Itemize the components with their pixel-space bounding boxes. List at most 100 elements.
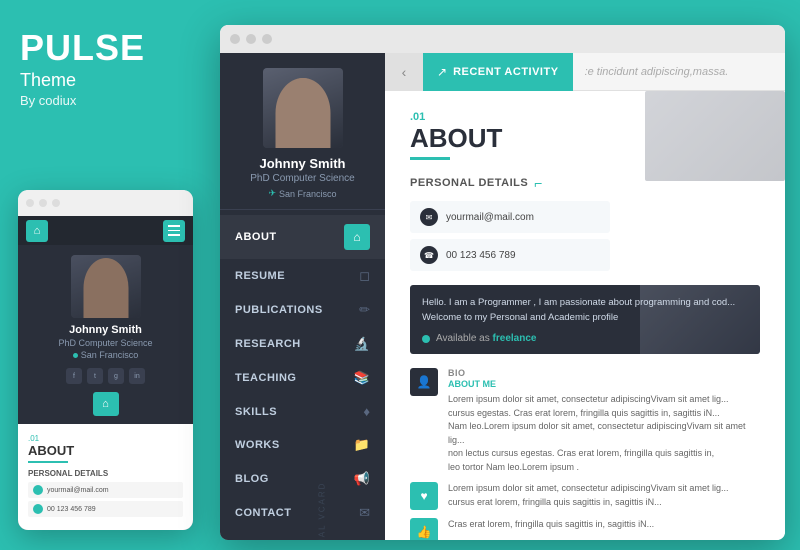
nav-icon-resume: ◻ — [359, 268, 370, 284]
bio-row-3: 👍 Cras erat lorem, fringilla quis sagitt… — [410, 518, 760, 540]
email-field: ✉ yourmail@mail.com — [410, 201, 610, 233]
available-status: freelance — [493, 333, 537, 344]
nav-label-blog: BLOG — [235, 473, 269, 485]
nav-item-publications[interactable]: PUBLICATIONS ✏ — [220, 293, 385, 327]
email-icon-sm — [33, 485, 43, 495]
mobile-preview: ⌂ Johnny Smith PhD Computer Science San … — [18, 190, 193, 530]
bio-text-block-1: BIO ABOUT ME Lorem ipsum dolor sit amet,… — [448, 368, 760, 474]
mobile-about-home-btn[interactable]: ⌂ — [93, 392, 119, 416]
mobile-social-icons: f t g in — [66, 368, 145, 384]
mobile-home-icon[interactable]: ⌂ — [26, 220, 48, 242]
available-text: Available as freelance — [436, 333, 536, 344]
mobile-top-bar: ⌂ — [18, 216, 193, 245]
detail-fields: ✉ yourmail@mail.com ☎ 00 123 456 789 — [410, 201, 760, 271]
bio-text-5: leo tortor Nam leo.Lorem ipsum . — [448, 461, 760, 475]
bio-text-4: non lectus cursus egestas. Cras erat lor… — [448, 447, 760, 461]
available-dot — [422, 335, 430, 343]
nav-label-skills: SKILLS — [235, 406, 277, 418]
email-icon: ✉ — [420, 208, 438, 226]
nav-item-contact[interactable]: CONTACT ✉ — [220, 496, 385, 530]
section-underline — [410, 157, 450, 160]
bio-text-2: cursus egestas. Cras erat lorem, fringil… — [448, 407, 760, 421]
nav-label-publications: PUBLICATIONS — [235, 304, 323, 316]
bio-icon-person: 👤 — [410, 368, 438, 396]
mobile-section-title: ABOUT — [28, 443, 68, 463]
social-icon-twitter[interactable]: t — [87, 368, 103, 384]
activity-preview-text: :e tincidunt adipiscing,massa. — [573, 66, 741, 78]
nav-item-works[interactable]: WORKS 📁 — [220, 428, 385, 462]
mobile-person-degree: PhD Computer Science — [58, 338, 152, 348]
desktop-dot-3 — [262, 34, 272, 44]
avatar-background — [263, 68, 343, 148]
mobile-dot-2 — [39, 199, 47, 207]
bio-text-block-2: Lorem ipsum dolor sit amet, consectetur … — [448, 482, 760, 509]
nav-item-research[interactable]: RESEARCH 🔬 — [220, 327, 385, 361]
phone-value: 00 123 456 789 — [446, 250, 516, 261]
bio-section: 👤 BIO ABOUT ME Lorem ipsum dolor sit ame… — [410, 368, 760, 540]
activity-label: RECENT ACTIVITY — [453, 66, 559, 78]
bio-icon-thumb: 👍 — [410, 518, 438, 540]
nav-label-teaching: TEACHING — [235, 372, 296, 384]
nav-item-teaching[interactable]: TEACHING 📚 — [220, 361, 385, 395]
bio-sublabel: ABOUT ME — [448, 379, 760, 389]
desktop-content: Johnny Smith PhD Computer Science ✈ San … — [220, 53, 785, 540]
activity-tab[interactable]: ↗ RECENT ACTIVITY — [423, 53, 573, 91]
desktop-dot-2 — [246, 34, 256, 44]
nav-label-works: WORKS — [235, 439, 280, 451]
sidebar-person-name: Johnny Smith — [260, 156, 346, 171]
mobile-menu-icon[interactable] — [163, 220, 185, 242]
phone-icon: ☎ — [420, 246, 438, 264]
nav-item-skills[interactable]: SKILLS ♦ — [220, 395, 385, 428]
sidebar-profile: Johnny Smith PhD Computer Science ✈ San … — [220, 53, 385, 210]
location-dot — [73, 353, 78, 358]
sidebar-person-location: ✈ San Francisco — [268, 188, 336, 199]
nav-icon-about: ⌂ — [344, 224, 370, 250]
location-icon: ✈ — [268, 188, 276, 199]
mobile-titlebar — [18, 190, 193, 216]
activity-icon: ↗ — [437, 65, 447, 79]
content-bg-image — [645, 91, 785, 181]
bio-text-7: cursus erat lorem, fringilla quis sagitt… — [448, 496, 760, 510]
nav-label-about: ABOUT — [235, 231, 277, 243]
bio-text-3: Nam leo.Lorem ipsum dolor sit amet, cons… — [448, 420, 760, 447]
hamburger-line-3 — [168, 234, 180, 236]
nav-item-about[interactable]: ABOUT ⌂ — [220, 215, 385, 259]
mobile-phone-row: 00 123 456 789 — [28, 501, 183, 517]
mobile-section-num: .01 — [28, 434, 183, 443]
avatar-face-large — [275, 78, 330, 148]
nav-icon-contact: ✉ — [359, 505, 370, 521]
social-icon-linkedin[interactable]: in — [129, 368, 145, 384]
desktop-preview: Johnny Smith PhD Computer Science ✈ San … — [220, 25, 785, 540]
nav-icon-publications: ✏ — [359, 302, 370, 318]
sidebar-avatar — [263, 68, 343, 148]
bracket-icon: ⌐ — [534, 175, 543, 191]
avatar-face — [83, 258, 128, 318]
phone-icon-sm — [33, 504, 43, 514]
mobile-avatar-image — [71, 255, 141, 318]
mobile-email-row: yourmail@mail.com — [28, 482, 183, 498]
desktop-titlebar — [220, 25, 785, 53]
nav-item-blog[interactable]: BLOG 📢 — [220, 462, 385, 496]
bio-text-8: Cras erat lorem, fringilla quis sagittis… — [448, 518, 760, 532]
app-author: By codiux — [20, 93, 145, 108]
intro-block: Hello. I am a Programmer , I am passiona… — [410, 285, 760, 354]
app-title: PULSE — [20, 30, 145, 66]
mobile-person-name: Johnny Smith — [69, 324, 142, 336]
social-icon-facebook[interactable]: f — [66, 368, 82, 384]
mobile-about-section: .01 ABOUT PERSONAL DETAILS yourmail@mail… — [18, 424, 193, 530]
social-icon-google[interactable]: g — [108, 368, 124, 384]
back-button[interactable]: ‹ — [385, 53, 423, 91]
email-value: yourmail@mail.com — [446, 212, 534, 223]
bio-text-block-3: Cras erat lorem, fringilla quis sagittis… — [448, 518, 760, 532]
bio-row-1: 👤 BIO ABOUT ME Lorem ipsum dolor sit ame… — [410, 368, 760, 474]
bio-row-2: ♥ Lorem ipsum dolor sit amet, consectetu… — [410, 482, 760, 510]
nav-label-resume: RESUME — [235, 270, 285, 282]
sidebar-vertical-label: ACADEMIC PERSONAL VCARD — [318, 516, 327, 541]
nav-item-resume[interactable]: RESUME ◻ — [220, 259, 385, 293]
mobile-email-text: yourmail@mail.com — [47, 487, 109, 494]
desktop-dot-1 — [230, 34, 240, 44]
bio-rows: 👤 BIO ABOUT ME Lorem ipsum dolor sit ame… — [410, 368, 760, 540]
main-content: ‹ ↗ RECENT ACTIVITY :e tincidunt adipisc… — [385, 53, 785, 540]
nav-label-contact: CONTACT — [235, 507, 291, 519]
mobile-dot-3 — [52, 199, 60, 207]
